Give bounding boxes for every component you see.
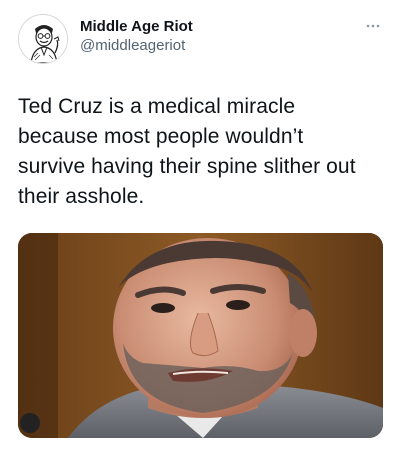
tweet-card[interactable]: Middle Age Riot @middleageriot Ted Cruz … (0, 0, 401, 450)
tweet-media-photo[interactable] (18, 233, 383, 438)
tweet-text: Ted Cruz is a medical miracle because mo… (18, 95, 356, 208)
man-portrait-photo (18, 233, 383, 438)
author-display-name[interactable]: Middle Age Riot (80, 18, 193, 36)
cartoon-man-portrait-icon (19, 15, 67, 63)
author-handle[interactable]: @middleageriot (80, 36, 193, 56)
avatar[interactable] (18, 14, 68, 64)
author-block[interactable]: Middle Age Riot @middleageriot (80, 18, 193, 56)
more-options-icon[interactable] (365, 18, 381, 34)
